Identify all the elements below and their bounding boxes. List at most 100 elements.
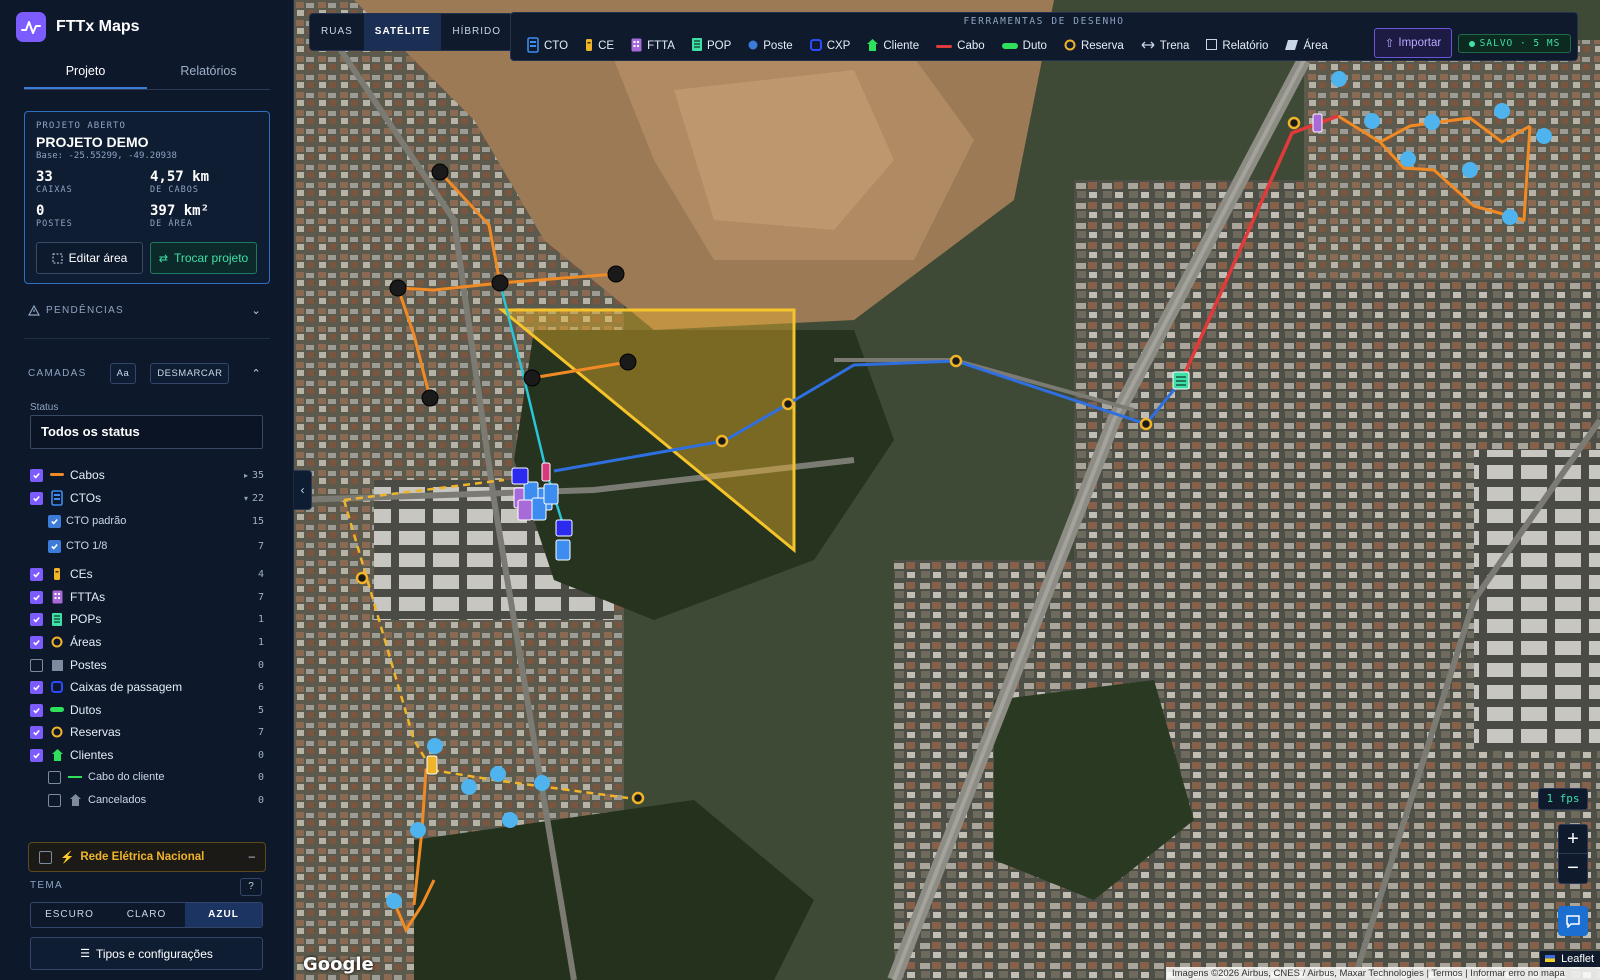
layer-checkbox[interactable] xyxy=(30,748,43,762)
layer-row[interactable]: Cabo do cliente 0 xyxy=(48,767,264,787)
layer-checkbox[interactable] xyxy=(30,468,43,482)
layer-checkbox[interactable] xyxy=(48,793,61,807)
layer-checkbox[interactable] xyxy=(48,770,61,784)
font-size-toggle-button[interactable]: Aa xyxy=(109,363,137,384)
expand-indicator-icon[interactable]: ▸ xyxy=(244,471,248,480)
warning-triangle-icon xyxy=(28,305,40,316)
layer-row[interactable]: Dutos 5 xyxy=(30,700,264,720)
layer-name: Reservas xyxy=(70,725,121,739)
layer-row[interactable]: CEs 4 xyxy=(30,564,264,584)
project-base-coords: Base: -25.55299, -49.20938 xyxy=(36,151,177,161)
tool-reserva[interactable]: Reserva xyxy=(1064,39,1124,54)
checkbox[interactable] xyxy=(39,850,52,864)
tool-label: Relatório xyxy=(1222,40,1269,52)
leaflet-link[interactable]: Leaflet xyxy=(1561,953,1594,965)
basemap-switcher: RUAS SATÉLITE HÍBRIDO xyxy=(309,13,514,51)
project-card: PROJETO ABERTO PROJETO DEMO Base: -25.55… xyxy=(24,111,270,284)
theme-option-escuro[interactable]: ESCURO xyxy=(31,903,108,927)
rede-eletrica-toggle[interactable]: ⚡ Rede Elétrica Nacional – xyxy=(28,842,266,872)
tool-cliente[interactable]: Cliente xyxy=(867,38,919,54)
tool-trena[interactable]: Trena xyxy=(1141,40,1189,53)
leaflet-attribution[interactable]: Leaflet xyxy=(1540,951,1600,967)
tool--rea[interactable]: Área xyxy=(1285,39,1328,53)
area-icon xyxy=(1285,39,1299,53)
help-button[interactable]: ? xyxy=(240,878,262,896)
layer-row[interactable]: CTO padrão 15 xyxy=(48,511,264,531)
basemap-hibrido[interactable]: HÍBRIDO xyxy=(441,14,512,50)
layer-checkbox[interactable] xyxy=(30,612,43,626)
zoom-out-button[interactable]: − xyxy=(1559,854,1587,883)
tool-cxp[interactable]: CXP xyxy=(809,38,851,54)
layer-row[interactable]: Cancelados 0 xyxy=(48,790,264,810)
tab-relatorios[interactable]: Relatórios xyxy=(147,56,270,89)
layer-checkbox[interactable] xyxy=(30,635,43,649)
tool-ftta[interactable]: FTTA xyxy=(631,38,675,55)
layer-checkbox[interactable] xyxy=(30,725,43,739)
tool-duto[interactable]: Duto xyxy=(1001,40,1047,52)
theme-option-claro[interactable]: CLARO xyxy=(108,903,185,927)
tool-ce[interactable]: CE xyxy=(585,38,614,55)
tool-cabo[interactable]: Cabo xyxy=(936,40,985,52)
cancelados-icon xyxy=(67,794,83,806)
basemap-satelite[interactable]: SATÉLITE xyxy=(363,14,442,50)
layer-row[interactable]: POPs 1 xyxy=(30,609,264,629)
swap-project-button[interactable]: ⇄ Trocar projeto xyxy=(150,242,257,274)
edit-area-button[interactable]: Editar área xyxy=(36,242,143,274)
layer-row[interactable]: Reservas 7 xyxy=(30,722,264,742)
layer-checkbox[interactable] xyxy=(48,539,61,553)
tool-cto[interactable]: CTO xyxy=(527,36,568,56)
layer-checkbox[interactable] xyxy=(30,567,43,581)
swap-arrows-icon: ⇄ xyxy=(158,252,168,265)
layer-count: 7 xyxy=(257,540,264,552)
pop-icon xyxy=(691,38,702,54)
layer-row[interactable]: Postes 0 xyxy=(30,655,264,675)
layer-row[interactable]: CTO 1/8 7 xyxy=(48,536,264,556)
status-dot-icon xyxy=(1468,40,1475,47)
cto-icon xyxy=(527,36,539,56)
stat-label: CAIXAS xyxy=(36,185,73,195)
project-card-label: PROJETO ABERTO xyxy=(36,121,126,131)
layer-row[interactable]: Caixas de passagem 6 xyxy=(30,677,264,697)
layer-row[interactable]: Cabos ▸ 35 xyxy=(30,465,264,485)
tipos-config-button[interactable]: ☰ Tipos e configurações xyxy=(30,937,263,970)
tool-pop[interactable]: POP xyxy=(691,38,731,54)
stat-value: 0 xyxy=(36,203,45,219)
tool-relat-rio[interactable]: Relatório xyxy=(1206,39,1268,53)
layer-row[interactable]: FTTAs 7 xyxy=(30,587,264,607)
zoom-in-button[interactable]: + xyxy=(1559,825,1587,854)
tool-label: CXP xyxy=(826,40,851,52)
tab-projeto[interactable]: Projeto xyxy=(24,56,147,89)
layer-checkbox[interactable] xyxy=(30,658,43,672)
tool-poste[interactable]: Poste xyxy=(748,40,793,53)
reserva-icon xyxy=(49,726,65,738)
toolbar-title: FERRAMENTAS DE DESENHO xyxy=(963,16,1125,27)
layer-checkbox[interactable] xyxy=(30,590,43,604)
layer-checkbox[interactable] xyxy=(48,514,61,528)
import-button[interactable]: ⇧ Importar xyxy=(1374,28,1452,58)
sidebar-collapse-button[interactable]: ‹ xyxy=(294,470,312,510)
layer-checkbox[interactable] xyxy=(30,491,43,505)
theme-option-azul[interactable]: AZUL xyxy=(185,903,262,927)
expand-indicator-icon[interactable]: ▾ xyxy=(244,494,248,503)
sliders-icon: ☰ xyxy=(80,948,90,960)
chat-button[interactable] xyxy=(1558,906,1588,936)
status-select[interactable]: Todos os status xyxy=(30,415,263,449)
chevron-down-icon[interactable]: ⌄ xyxy=(251,304,262,317)
ftta-icon xyxy=(631,38,642,55)
uncheck-all-button[interactable]: DESMARCAR xyxy=(150,363,230,384)
layer-row[interactable]: Clientes 0 xyxy=(30,745,264,765)
chevron-up-icon[interactable]: ⌃ xyxy=(251,367,262,380)
poste-square-icon xyxy=(49,659,65,671)
trena-icon xyxy=(1141,40,1155,53)
map-canvas[interactable] xyxy=(294,0,1600,980)
layer-row[interactable]: Áreas 1 xyxy=(30,632,264,652)
pendencias-header[interactable]: PENDÊNCIAS ⌄ xyxy=(28,304,262,317)
ukraine-flag-icon xyxy=(1545,955,1555,962)
layer-checkbox[interactable] xyxy=(30,680,43,694)
layer-name: Dutos xyxy=(70,703,102,717)
collapse-minus-icon[interactable]: – xyxy=(249,851,255,863)
layer-row[interactable]: CTOs ▾ 22 xyxy=(30,488,264,508)
basemap-ruas[interactable]: RUAS xyxy=(310,14,364,50)
layer-checkbox[interactable] xyxy=(30,703,43,717)
fps-counter: 1 fps xyxy=(1538,788,1588,810)
